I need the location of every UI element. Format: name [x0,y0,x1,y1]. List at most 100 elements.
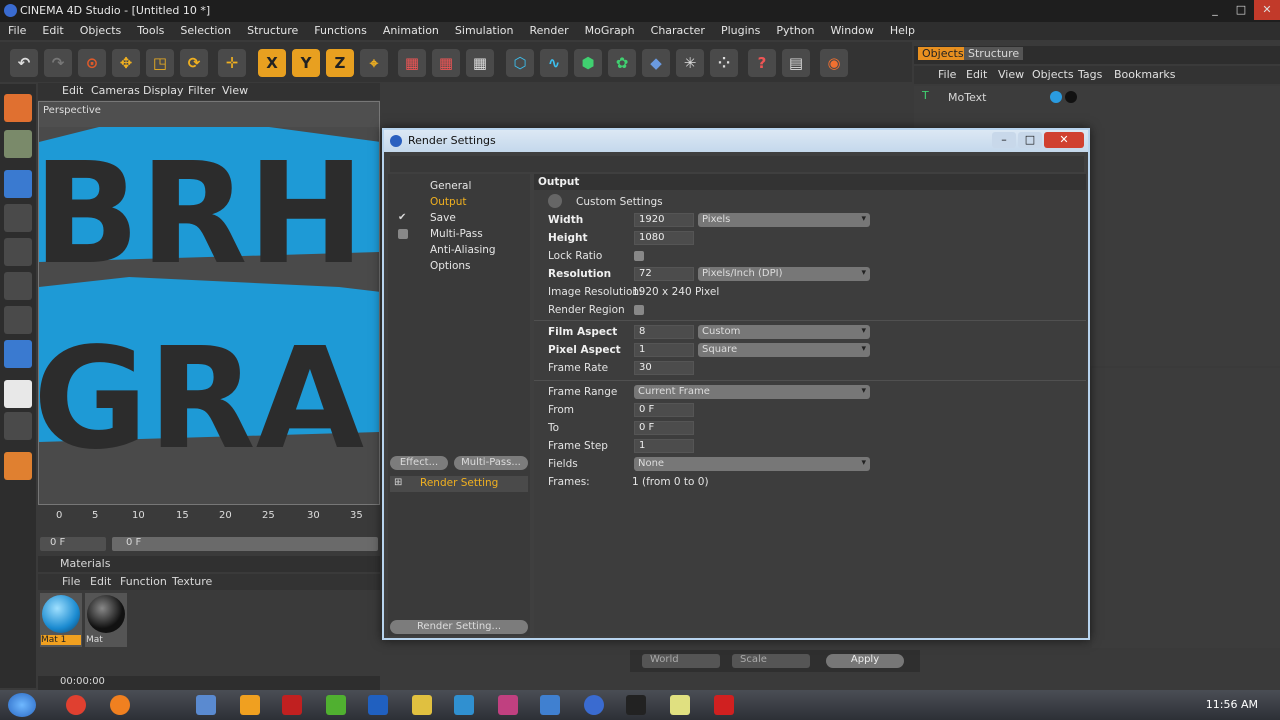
polygons-mode-icon[interactable] [4,306,32,334]
frame-rate-field[interactable]: 30 [634,361,694,375]
resolution-unit-dropdown[interactable]: Pixels/Inch (DPI) [698,267,870,281]
menu-file[interactable]: File [0,22,34,40]
frame-range-dropdown[interactable]: Current Frame [634,385,870,399]
object-mode-icon[interactable] [4,170,32,198]
fields-dropdown[interactable]: None [634,457,870,471]
om-menu-bookmarks[interactable]: Bookmarks [1114,68,1175,81]
lock-ratio-checkbox[interactable] [634,251,644,261]
start-button[interactable] [8,693,36,717]
viewport-menu-filter[interactable]: Filter [188,84,215,97]
frame-step-field[interactable]: 1 [634,439,694,453]
menu-mograph[interactable]: MoGraph [577,22,643,40]
tab-structure[interactable]: Structure [964,47,1024,60]
menu-edit[interactable]: Edit [34,22,71,40]
om-menu-file[interactable]: File [938,68,956,81]
viewport-menu-edit[interactable]: Edit [62,84,83,97]
menu-help[interactable]: Help [882,22,923,40]
menu-simulation[interactable]: Simulation [447,22,522,40]
z-axis-icon[interactable]: Z [326,49,354,77]
timeline[interactable]: 0 5 10 15 20 25 30 35 [38,508,380,534]
acrobat-icon[interactable] [282,695,302,715]
material-swatch[interactable]: Mat 1 [40,593,82,647]
viewport-menu-view[interactable]: View [222,84,248,97]
dialog-close-button[interactable]: ✕ [1044,132,1084,148]
coordinate-system-icon[interactable]: ⌖ [360,49,388,77]
materials-menu-edit[interactable]: Edit [90,575,111,588]
render-region-checkbox[interactable] [634,305,644,315]
to-field[interactable]: 0 F [634,421,694,435]
app-icon[interactable] [626,695,646,715]
om-menu-view[interactable]: View [998,68,1024,81]
mograph-icon[interactable]: ⁘ [710,49,738,77]
perspective-viewport[interactable]: Perspective BRH GRA [38,101,380,505]
camtasia-icon[interactable] [326,695,346,715]
render-settings-icon[interactable]: ▦ [466,49,494,77]
pixel-aspect-field[interactable]: 1 [634,343,694,357]
nav-options[interactable]: Options [430,260,471,272]
nav-output[interactable]: Output [430,196,466,208]
clock[interactable]: 11:56 AM [1206,698,1258,711]
live-selection-icon[interactable]: ⊙ [78,49,106,77]
scene-icon[interactable]: ✳ [676,49,704,77]
object-row-motext[interactable]: T MoText [922,89,1102,105]
viewport-menu-cameras[interactable]: Cameras [91,84,140,97]
width-unit-dropdown[interactable]: Pixels [698,213,870,227]
effect-button[interactable]: Effect... [390,456,448,470]
save-enabled-checkbox[interactable]: ✔ [398,212,408,223]
redo-icon[interactable]: ↷ [44,49,72,77]
scale-icon[interactable]: ◳ [146,49,174,77]
height-field[interactable]: 1080 [634,231,694,245]
material-tag-icon[interactable] [1065,91,1077,103]
tab-objects[interactable]: Objects [918,47,968,60]
materials-menu-file[interactable]: File [62,575,80,588]
film-aspect-field[interactable]: 8 [634,325,694,339]
multipass-enabled-checkbox[interactable] [398,229,408,239]
array-icon[interactable]: ✿ [608,49,636,77]
nav-general[interactable]: General [430,180,471,192]
multipass-button[interactable]: Multi-Pass... [454,456,528,470]
render-view-icon[interactable]: ▦ [398,49,426,77]
help-icon[interactable]: ? [748,49,776,77]
nurbs-icon[interactable]: ⬢ [574,49,602,77]
nav-save[interactable]: Save [430,212,456,224]
from-field[interactable]: 0 F [634,403,694,417]
spline-icon[interactable]: ∿ [540,49,568,77]
menu-window[interactable]: Window [823,22,882,40]
resolution-field[interactable]: 72 [634,267,694,281]
close-button[interactable]: ✕ [1254,0,1280,20]
points-mode-icon[interactable] [4,238,32,266]
dialog-minimize-button[interactable]: – [992,132,1016,148]
explorer-icon[interactable] [196,695,216,715]
materials-menu-function[interactable]: Function [120,575,167,588]
menu-functions[interactable]: Functions [306,22,375,40]
minimize-button[interactable]: _ [1202,0,1228,20]
menu-structure[interactable]: Structure [239,22,306,40]
om-menu-objects[interactable]: Objects [1032,68,1074,81]
y-axis-icon[interactable]: Y [292,49,320,77]
frame-range-slider[interactable]: 0 F [112,537,378,551]
axis-mode-icon[interactable] [4,204,32,232]
undo-icon[interactable]: ↶ [10,49,38,77]
app-icon[interactable] [498,695,518,715]
transform-icon[interactable]: ✛ [218,49,246,77]
om-menu-tags[interactable]: Tags [1078,68,1102,81]
preset-menu-icon[interactable] [548,194,562,208]
app-icon[interactable] [714,695,734,715]
menu-python[interactable]: Python [768,22,822,40]
render-setting-item[interactable]: ⊞ Render Setting [390,476,528,492]
edges-mode-icon[interactable] [4,272,32,300]
pixel-aspect-dropdown[interactable]: Square [698,343,870,357]
x-axis-icon[interactable]: X [258,49,286,77]
maximize-button[interactable]: □ [1228,0,1254,20]
render-picture-viewer-icon[interactable]: ▦ [432,49,460,77]
make-editable-icon[interactable] [4,94,32,122]
current-frame-field[interactable]: 0 F [40,537,106,551]
rotate-icon[interactable]: ⟳ [180,49,208,77]
om-menu-edit[interactable]: Edit [966,68,987,81]
snap-icon[interactable] [4,412,32,440]
app-icon[interactable] [454,695,474,715]
dialog-maximize-button[interactable]: □ [1018,132,1042,148]
film-aspect-dropdown[interactable]: Custom [698,325,870,339]
nav-anti-aliasing[interactable]: Anti-Aliasing [430,244,496,256]
media-icon[interactable] [240,695,260,715]
